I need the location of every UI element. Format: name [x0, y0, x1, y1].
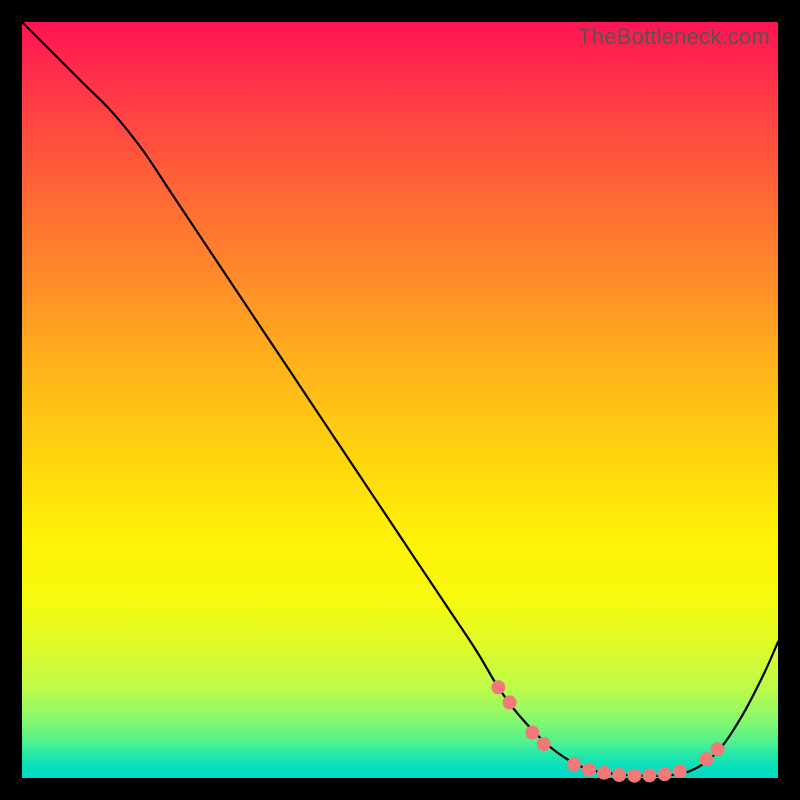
curve-marker [491, 680, 505, 694]
curve-svg [22, 22, 778, 778]
curve-marker [658, 767, 672, 781]
curve-marker [711, 742, 725, 756]
curve-marker [525, 726, 539, 740]
chart-frame: TheBottleneck.com [0, 0, 800, 800]
curve-marker [699, 752, 713, 766]
curve-marker [627, 769, 641, 783]
curve-marker [673, 764, 687, 778]
curve-marker [643, 768, 657, 782]
curve-marker [612, 768, 626, 782]
curve-marker [567, 757, 581, 771]
curve-marker [582, 763, 596, 777]
bottleneck-curve-line [22, 22, 778, 776]
curve-markers [491, 680, 724, 782]
plot-area: TheBottleneck.com [22, 22, 778, 778]
curve-marker [537, 737, 551, 751]
curve-marker [597, 766, 611, 780]
curve-marker [503, 695, 517, 709]
